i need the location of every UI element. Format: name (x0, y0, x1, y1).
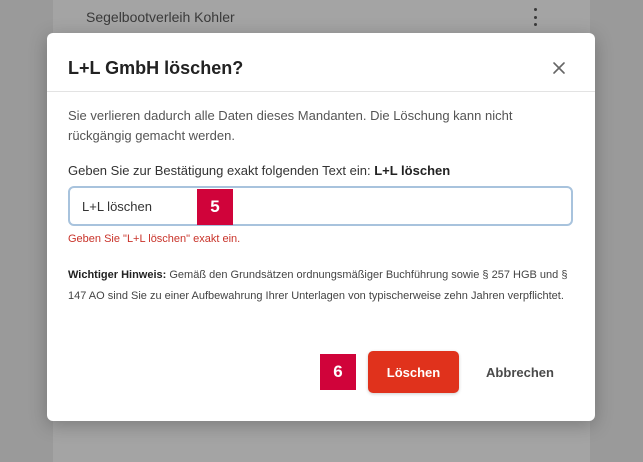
dialog-description: Sie verlieren dadurch alle Daten dieses … (68, 108, 513, 143)
validation-error: Geben Sie "L+L löschen" exakt ein. (68, 233, 241, 245)
important-notice: Wichtiger Hinweis: Gemäß den Grundsätzen… (68, 265, 568, 307)
cancel-button[interactable]: Abbrechen (475, 351, 565, 393)
delete-button[interactable]: Löschen (368, 351, 459, 393)
confirm-input-wrapper (68, 186, 573, 226)
notice-title: Wichtiger Hinweis: (68, 269, 167, 281)
kebab-vertical-icon[interactable] (529, 8, 541, 26)
step-badge-6: 6 (320, 354, 356, 390)
confirm-instruction-text: Geben Sie zur Bestätigung exakt folgende… (68, 163, 371, 178)
confirm-required-text: L+L löschen (374, 163, 451, 178)
background-row-label: Segelbootverleih Kohler (86, 9, 235, 25)
background-list-row[interactable]: Segelbootverleih Kohler (53, 0, 590, 34)
close-icon (553, 62, 565, 74)
dialog-title: L+L GmbH löschen? (68, 58, 244, 78)
step-badge-5: 5 (197, 189, 233, 225)
close-button[interactable] (549, 58, 569, 78)
confirm-input[interactable] (70, 188, 571, 224)
confirm-instruction: Geben Sie zur Bestätigung exakt folgende… (68, 163, 450, 178)
header-divider (47, 91, 595, 92)
